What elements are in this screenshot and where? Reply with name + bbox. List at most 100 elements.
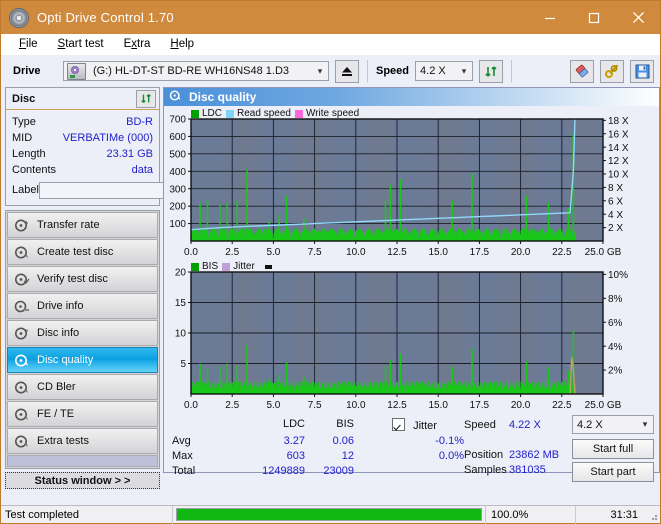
legend-label-read-speed: Read speed [237,108,291,119]
sidebar-item-disc-quality[interactable]: Disc quality [7,347,158,373]
disc-quality-panel: Disc quality LDC Read speed Write sp [163,87,660,473]
stats-row-total-label: Total [172,465,195,477]
stats-row-avg-jitter: -0.1% [402,435,464,447]
panel-header: Disc quality [164,88,659,106]
tools-button[interactable] [600,60,624,83]
disc-row-mid: MID VERBATIMe (000) [12,130,153,146]
drive-icon [67,63,86,80]
eject-button[interactable] [335,60,359,83]
sidebar-item-create-test-disc[interactable]: Create test disc [7,239,158,265]
svg-text:22.5: 22.5 [552,400,572,411]
disc-row-contents-value: data [132,164,153,176]
sidebar-item-drive-info[interactable]: Drive info [7,293,158,319]
jitter-checkbox-group[interactable]: Jitter [392,418,437,432]
main-body: Disc Type BD-R MID VERB [1,87,660,473]
svg-text:8%: 8% [608,294,623,305]
fe-te-icon [14,407,30,422]
sidebar-item-extra-tests[interactable]: Extra tests [7,428,158,454]
legend-label-write-speed: Write speed [306,108,359,119]
stats-row-avg-ldc: 3.27 [259,435,305,447]
svg-text:18 X: 18 X [608,116,629,127]
svg-text:15: 15 [175,298,187,309]
svg-text:100: 100 [169,219,186,230]
disc-row-length: Length 23.31 GB [12,146,153,162]
legend-label-jitter: Jitter [233,261,255,272]
disc-row-contents: Contents data [12,162,153,178]
menu-file[interactable]: File [9,34,48,55]
menu-start-test[interactable]: Start test [48,34,114,55]
jitter-checkbox[interactable] [392,418,405,431]
disc-label-key: Label [12,184,39,196]
sidebar-item-transfer-rate[interactable]: Transfer rate [7,212,158,238]
menu-help-accel: H [170,38,178,50]
stats-area: LDC BIS Jitter Avg 3.27 0.06 -0.1% Max 6… [164,418,659,474]
left-sidebar: Disc Type BD-R MID VERB [5,87,160,473]
svg-text:12.5: 12.5 [387,247,407,258]
start-full-button[interactable]: Start full [572,439,654,459]
maximize-button[interactable] [572,1,616,34]
svg-text:500: 500 [169,149,186,160]
svg-text:0.0: 0.0 [184,400,198,411]
svg-text:6%: 6% [608,318,623,329]
sidebar-item-disc-info-label: Disc info [37,327,79,339]
svg-text:400: 400 [169,167,186,178]
disc-panel: Disc Type BD-R MID VERB [5,87,160,206]
svg-text:12.5: 12.5 [387,400,407,411]
svg-text:25.0 GB: 25.0 GB [585,247,622,258]
sidebar-item-verify-test-disc[interactable]: Verify test disc [7,266,158,292]
drive-info-icon [14,299,30,314]
progress-percent: 100.0% [486,506,576,524]
chevron-down-icon: ▾ [312,66,328,77]
save-button[interactable] [630,60,654,83]
toolbar-separator-2 [511,60,512,82]
menu-extra[interactable]: Extra [114,34,161,55]
progress-fill [177,509,481,520]
disc-row-contents-key: Contents [12,164,56,176]
resize-grip-icon[interactable] [646,509,658,521]
disc-icon [9,8,29,28]
close-button[interactable] [616,1,660,34]
svg-text:5.0: 5.0 [266,400,280,411]
readout-position-label: Position [464,449,503,461]
disc-label-row: Label [12,179,153,201]
readout-samples-value: 381035 [509,464,546,476]
refresh-drive-button[interactable] [479,60,503,83]
page-title: Disc quality [189,90,256,104]
legend-swatch-ldc [191,110,199,118]
stats-row-max-bis: 12 [314,450,354,462]
menu-help[interactable]: Help [160,34,204,55]
legend-item-write-speed: Write speed [295,108,359,119]
sidebar-item-disc-info[interactable]: Disc info [7,320,158,346]
readout-samples-label: Samples [464,464,507,476]
svg-text:10%: 10% [608,270,628,281]
stats-row-avg-label: Avg [172,435,191,447]
menu-file-accel: F [19,38,26,50]
sidebar-item-fe-te[interactable]: FE / TE [7,401,158,427]
stats-row-max-ldc: 603 [259,450,305,462]
svg-text:15.0: 15.0 [428,247,448,258]
disc-transfer-icon [14,218,30,233]
disc-quality-icon [169,89,182,105]
legend-label-bis: BIS [202,261,218,272]
svg-text:7.5: 7.5 [308,247,322,258]
drive-select[interactable]: (G:) HL-DT-ST BD-RE WH16NS48 1.D3 ▾ [63,61,329,81]
svg-text:2%: 2% [608,366,623,377]
start-part-button[interactable]: Start part [572,462,654,482]
readout-position-value: 23862 MB [509,449,559,461]
test-speed-select[interactable]: 4.2 X ▾ [572,415,654,434]
erase-button[interactable] [570,60,594,83]
nav-spacer [7,455,158,467]
speed-select[interactable]: 4.2 X ▾ [415,61,473,81]
disc-refresh-button[interactable] [136,90,156,108]
sidebar-item-cd-bler[interactable]: CD Bler [7,374,158,400]
disc-panel-header: Disc [6,88,159,110]
minimize-button[interactable] [528,1,572,34]
progress-bar [173,506,486,524]
menu-file-rest: ile [26,38,38,50]
status-window-button[interactable]: Status window > > [5,472,160,489]
svg-text:300: 300 [169,184,186,195]
disc-row-mid-key: MID [12,132,32,144]
test-nav-list: Transfer rate Create test disc Verify te… [5,210,160,469]
legend-label-ldc: LDC [202,108,222,119]
legend-swatch-bis [191,263,199,271]
